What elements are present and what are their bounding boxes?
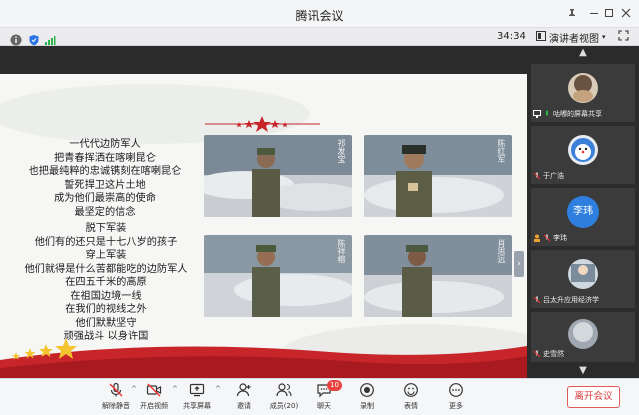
microphone-muted-icon [108, 382, 124, 398]
meeting-info-bar: 34:34 演讲者视图 ▾ [0, 28, 639, 46]
participant-tile[interactable]: 史雪然 [531, 312, 635, 362]
poem-block-1: 一代代边防军人 把青春挥洒在喀喇昆仑 也把最纯粹的忠诚镌刻在喀喇昆仑 誓死捍卫这… [20, 138, 190, 219]
photo-caption: 陈祥榕 [337, 239, 346, 263]
microphone-icon [543, 110, 551, 118]
microphone-muted-icon [533, 350, 541, 358]
share-screen-icon [189, 382, 205, 398]
view-mode-label: 演讲者视图 [549, 33, 599, 45]
poem-line: 最坚定的信念 [74, 206, 136, 218]
more-button[interactable]: 更多 [436, 382, 476, 414]
soldier-photo-4: 肖思远 [364, 235, 512, 317]
red-ribbon-decoration [0, 338, 527, 378]
video-label: 开启视频 [140, 402, 168, 410]
chevron-down-icon: ▾ [602, 33, 606, 41]
poem-line: 把青春挥洒在喀喇昆仑 [54, 152, 156, 164]
leave-meeting-button[interactable]: 离开会议 [567, 386, 620, 408]
emoji-button[interactable]: 表情 [391, 382, 431, 414]
poem-line: 他们有的还只是十七八岁的孩子 [34, 236, 178, 248]
invite-button[interactable]: 邀请 [224, 382, 264, 414]
record-icon [359, 382, 375, 398]
collapse-panel-button[interactable]: › [514, 251, 524, 277]
members-label: 成员(20) [269, 402, 299, 410]
more-icon [448, 382, 464, 398]
chat-button[interactable]: 10 聊天 [304, 380, 344, 414]
scroll-down-icon[interactable]: ▼ [527, 364, 639, 378]
camera-off-icon [146, 382, 162, 398]
title-bar: 腾讯会议 [0, 0, 639, 28]
members-button[interactable]: 成员(20) [264, 382, 304, 414]
more-label: 更多 [449, 402, 463, 410]
presentation-slide: 一代代边防军人 把青春挥洒在喀喇昆仑 也把最纯粹的忠诚镌刻在喀喇昆仑 誓死捍卫这… [0, 74, 527, 378]
participant-tile[interactable]: 李玮 李玮 [531, 188, 635, 246]
poem-block-2: 脱下军装 他们有的还只是十七八岁的孩子 穿上军装 他们就得是什么苦都能吃的边防军… [18, 222, 194, 344]
poem-line: 脱下军装 [85, 223, 127, 234]
chat-unread-badge: 10 [327, 380, 342, 391]
chevron-up-icon[interactable]: ^ [215, 385, 221, 393]
participant-name: 李玮 [553, 234, 567, 242]
mute-button[interactable]: 解除静音 [96, 382, 136, 414]
soldier-photo-3: 陈祥榕 [204, 235, 352, 317]
signal-icon[interactable] [44, 31, 56, 45]
poem-line: 他们就得是什么苦都能吃的边防军人 [24, 263, 188, 275]
share-screen-label: 共享屏幕 [183, 402, 211, 410]
avatar: 李玮 [567, 196, 599, 228]
mute-label: 解除静音 [102, 402, 130, 410]
shield-icon[interactable] [28, 31, 40, 46]
poem-line: 在我们的视线之外 [65, 304, 147, 315]
meeting-toolbar: 解除静音 ^ 开启视频 ^ 共享屏幕 ^ 邀请 成员(20) 10 聊天 录制 … [0, 378, 639, 415]
soldier-photo-2: 陈红军 [364, 135, 512, 217]
emoji-icon [403, 382, 419, 398]
poem-line: 誓死捍卫这片土地 [64, 179, 146, 191]
participant-tile[interactable]: 咕嘟的屏幕共享 [531, 64, 635, 122]
slide-top-border [0, 46, 527, 74]
participant-panel: ▲ 咕嘟的屏幕共享 于广浩 李玮 李玮 吕太升应用经济学 史雪然 ▼ [527, 46, 639, 378]
photo-caption: 祁发宝 [337, 139, 346, 163]
microphone-muted-icon [533, 172, 541, 180]
screen-share-icon [533, 110, 541, 118]
poem-line: 在四五千米的高原 [65, 277, 147, 288]
members-icon [276, 382, 292, 398]
shared-screen-area: 一代代边防军人 把青春挥洒在喀喇昆仑 也把最纯粹的忠诚镌刻在喀喇昆仑 誓死捍卫这… [0, 46, 527, 378]
photo-caption: 肖思远 [497, 239, 506, 263]
invite-label: 邀请 [237, 402, 251, 410]
chat-label: 聊天 [317, 402, 331, 410]
poem-line: 也把最纯粹的忠诚镌刻在喀喇昆仑 [28, 166, 182, 177]
poem-line: 他们默默坚守 [75, 317, 137, 329]
video-button[interactable]: 开启视频 [134, 382, 174, 414]
photo-caption: 陈红军 [497, 139, 506, 163]
poem-line: 穿上军装 [85, 250, 127, 261]
record-label: 录制 [360, 402, 374, 410]
scroll-up-icon[interactable]: ▲ [527, 46, 639, 60]
emoji-label: 表情 [404, 402, 418, 410]
participant-name: 史雪然 [543, 350, 564, 358]
record-button[interactable]: 录制 [347, 382, 387, 414]
fullscreen-icon[interactable] [616, 30, 630, 44]
close-icon[interactable] [617, 4, 635, 22]
participant-tile[interactable]: 吕太升应用经济学 [531, 250, 635, 308]
participant-tile[interactable]: 于广浩 [531, 126, 635, 184]
view-mode-button[interactable]: 演讲者视图 ▾ [536, 29, 608, 45]
participant-name: 于广浩 [543, 172, 564, 180]
maximize-icon[interactable] [600, 4, 618, 22]
participant-name: 咕嘟的屏幕共享 [553, 110, 602, 118]
invite-icon [236, 382, 252, 398]
share-screen-button[interactable]: 共享屏幕 [177, 382, 217, 414]
poem-line: 成为他们最崇高的使命 [54, 193, 156, 204]
microphone-muted-icon [533, 296, 541, 304]
person-icon [533, 234, 541, 242]
microphone-muted-icon [543, 234, 551, 242]
poem-line: 在祖国边境一线 [70, 290, 142, 302]
info-icon[interactable] [10, 31, 22, 46]
window-title: 腾讯会议 [295, 9, 344, 23]
participant-name: 吕太升应用经济学 [543, 296, 599, 304]
grid-view-icon [536, 30, 546, 44]
meeting-timer: 34:34 [497, 31, 526, 42]
poem-line: 一代代边防军人 [69, 139, 141, 150]
pin-icon[interactable] [563, 4, 581, 22]
soldier-photo-1: 祁发宝 [204, 135, 352, 217]
